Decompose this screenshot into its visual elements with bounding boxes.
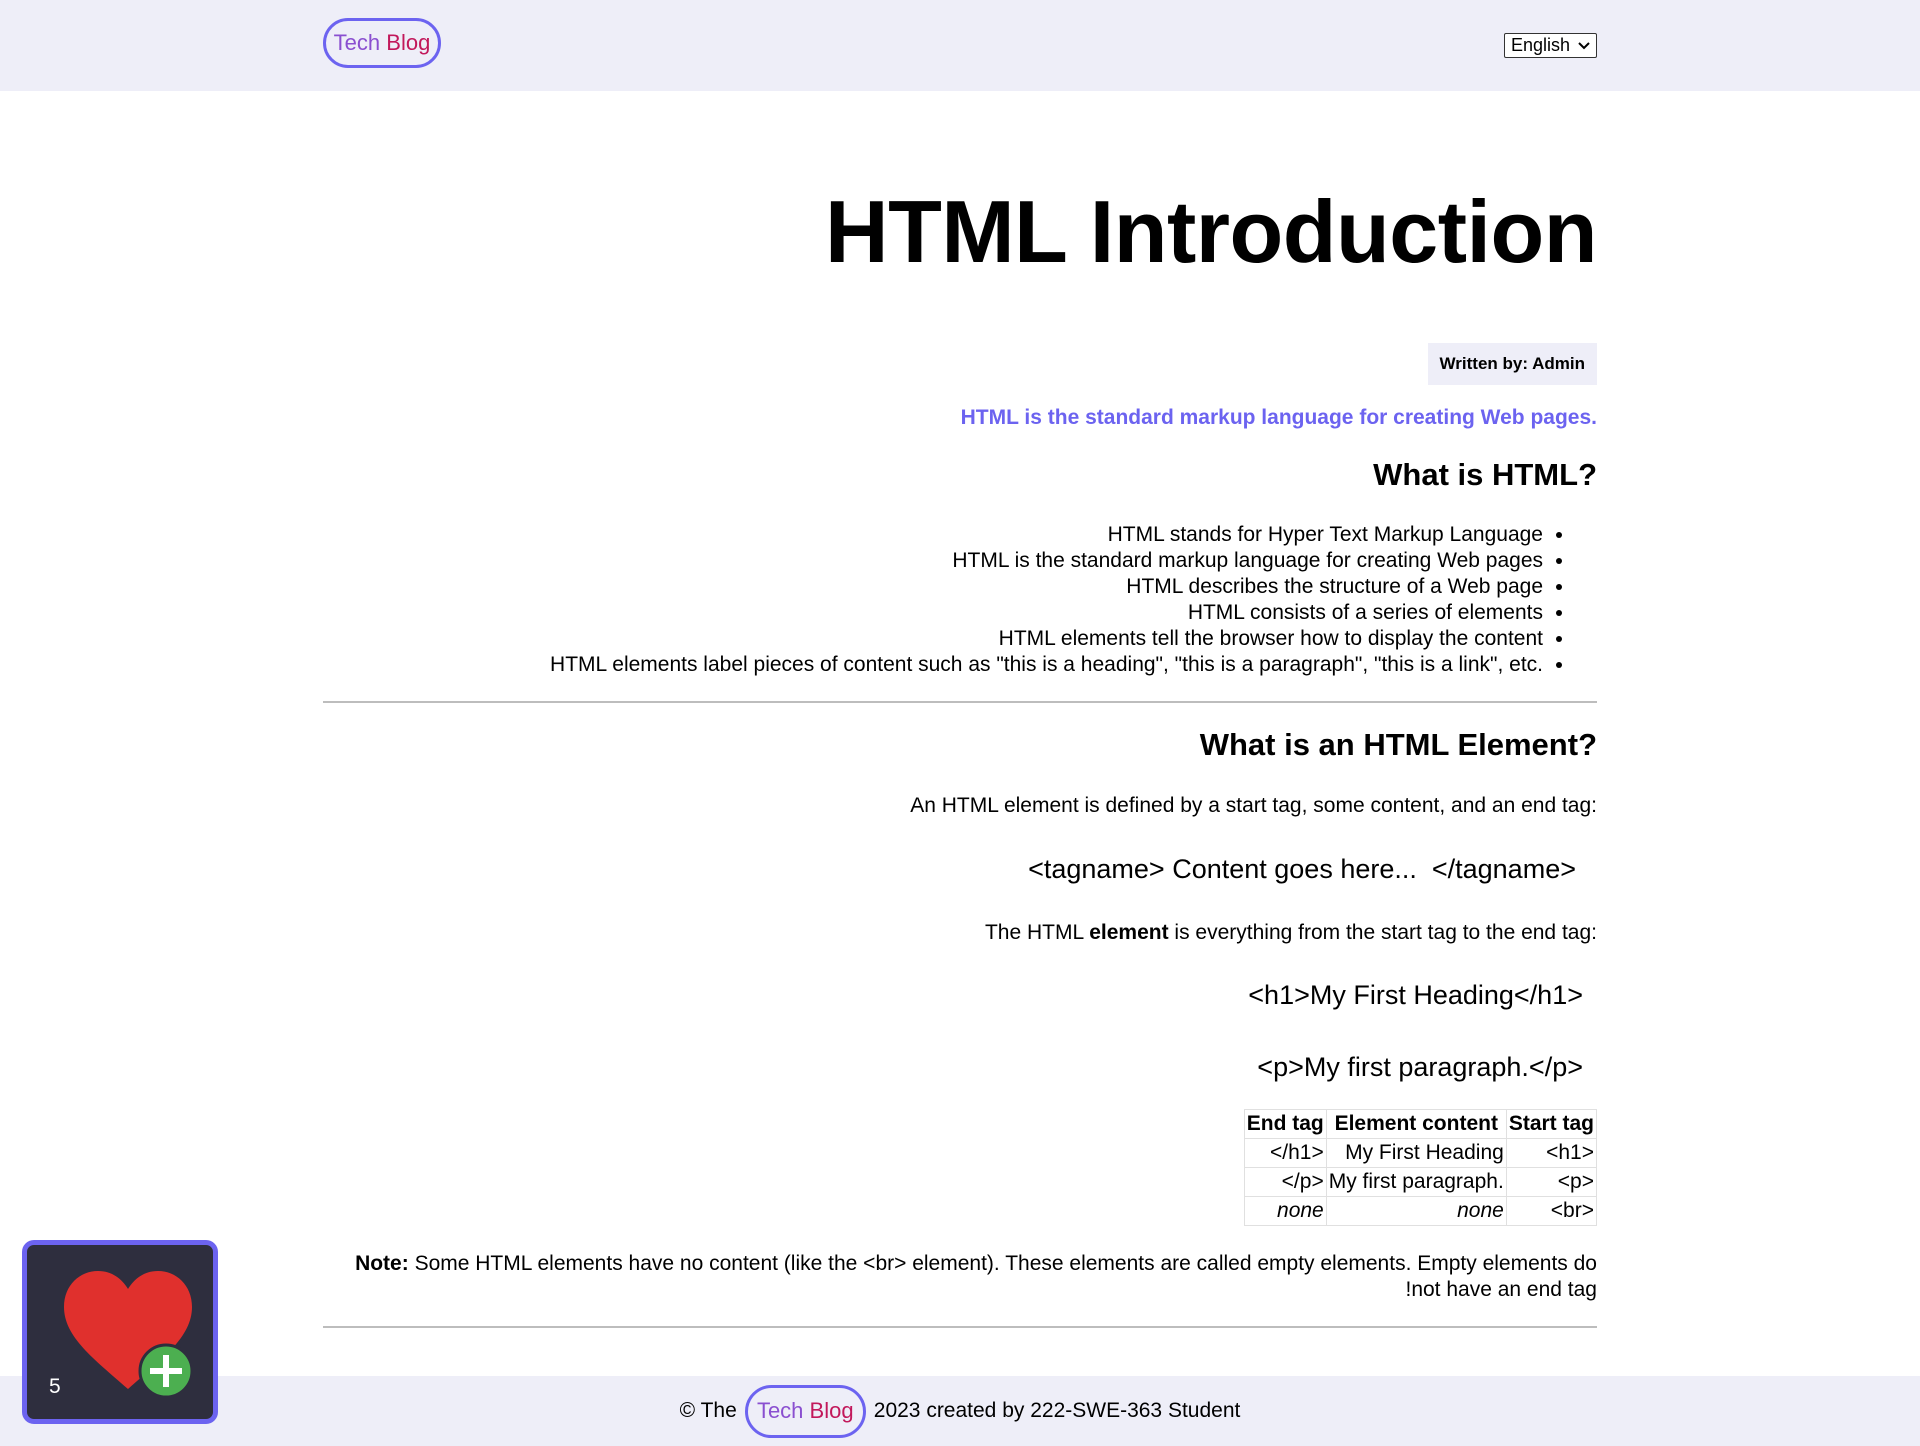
language-selected: English bbox=[1511, 35, 1571, 55]
author-badge: Written by: Admin bbox=[1427, 343, 1597, 385]
divider bbox=[323, 1326, 1597, 1328]
list-item: HTML consists of a series of elements bbox=[550, 600, 1543, 626]
favorite-add-widget[interactable]: 5 bbox=[22, 1240, 218, 1424]
list-item: .HTML elements label pieces of content s… bbox=[550, 652, 1543, 678]
top-navbar: Tech Blog English bbox=[0, 0, 1920, 91]
footer-suffix: 2023 created by 222-SWE-363 Student bbox=[873, 1399, 1241, 1422]
note-text: Some HTML elements have no content (like… bbox=[408, 1252, 1597, 1301]
element-explanation: :The HTML element is everything from the… bbox=[985, 921, 1597, 945]
lead-text: .HTML is the standard markup language fo… bbox=[960, 406, 1597, 429]
note-paragraph: Note: Some HTML elements have no content… bbox=[323, 1251, 1597, 1303]
table-cell: none bbox=[1325, 1196, 1507, 1226]
facts-list: HTML stands for Hyper Text Markup Langua… bbox=[550, 522, 1597, 678]
footer-brand-link[interactable]: Tech Blog bbox=[744, 1384, 866, 1438]
table-cell: .My first paragraph bbox=[1325, 1167, 1507, 1197]
list-item: HTML elements tell the browser how to di… bbox=[550, 626, 1543, 652]
syntax-example: <tagname> Content goes here... </tagname… bbox=[1028, 854, 1576, 884]
table-cell: <h1> bbox=[1505, 1138, 1598, 1168]
table-cell: My First Heading bbox=[1325, 1138, 1507, 1168]
element-text-bold: element bbox=[1089, 921, 1169, 944]
chevron-down-icon bbox=[1578, 41, 1590, 49]
table-header: Element content bbox=[1325, 1109, 1507, 1139]
brand-part2: Blog bbox=[809, 1398, 854, 1423]
section-heading-what-is-html: ?What is HTML bbox=[1373, 457, 1597, 492]
brand-part1: Tech bbox=[756, 1398, 804, 1423]
language-select[interactable]: English bbox=[1504, 33, 1597, 58]
brand-part1: Tech bbox=[333, 30, 381, 55]
list-item: HTML stands for Hyper Text Markup Langua… bbox=[550, 522, 1543, 548]
list-item: HTML describes the structure of a Web pa… bbox=[550, 574, 1543, 600]
table-row: <p> .My first paragraph <p/> bbox=[1243, 1167, 1598, 1197]
list-item: HTML is the standard markup language for… bbox=[550, 548, 1543, 574]
brand-logo-link[interactable]: Tech Blog bbox=[323, 18, 441, 68]
note-label: Note: bbox=[355, 1252, 409, 1275]
code-example-p: <p>My first paragraph.</p> bbox=[1257, 1052, 1583, 1082]
table-cell: <p> bbox=[1505, 1167, 1598, 1197]
footer: © The Tech Blog 2023 created by 222-SWE-… bbox=[0, 1376, 1920, 1446]
table-row: <h1> My First Heading <h1/> bbox=[1243, 1138, 1598, 1168]
heart-plus-icon bbox=[64, 1271, 194, 1399]
table-header: Start tag bbox=[1505, 1109, 1598, 1139]
table-header-row: Start tag Element content End tag bbox=[1243, 1109, 1598, 1139]
table-cell: <h1/> bbox=[1243, 1138, 1327, 1168]
tags-table: Start tag Element content End tag <h1> M… bbox=[1243, 1109, 1598, 1226]
table-cell: <p/> bbox=[1243, 1167, 1327, 1197]
element-text-after: is everything from the start tag to the … bbox=[1168, 921, 1592, 944]
code-example-h1: <h1>My First Heading</h1> bbox=[1248, 980, 1583, 1010]
section-heading-html-element: ?What is an HTML Element bbox=[1199, 727, 1597, 762]
table-row: <br> none none bbox=[1243, 1196, 1598, 1226]
element-definition: :An HTML element is defined by a start t… bbox=[910, 794, 1597, 817]
footer-prefix: © The bbox=[679, 1399, 737, 1422]
favorite-count: 5 bbox=[49, 1375, 61, 1398]
page-title: HTML Introduction bbox=[825, 182, 1597, 281]
table-cell: none bbox=[1243, 1196, 1327, 1226]
brand-part2: Blog bbox=[386, 30, 431, 55]
table-header: End tag bbox=[1243, 1109, 1327, 1139]
divider bbox=[323, 701, 1597, 703]
table-cell: <br> bbox=[1505, 1196, 1598, 1226]
